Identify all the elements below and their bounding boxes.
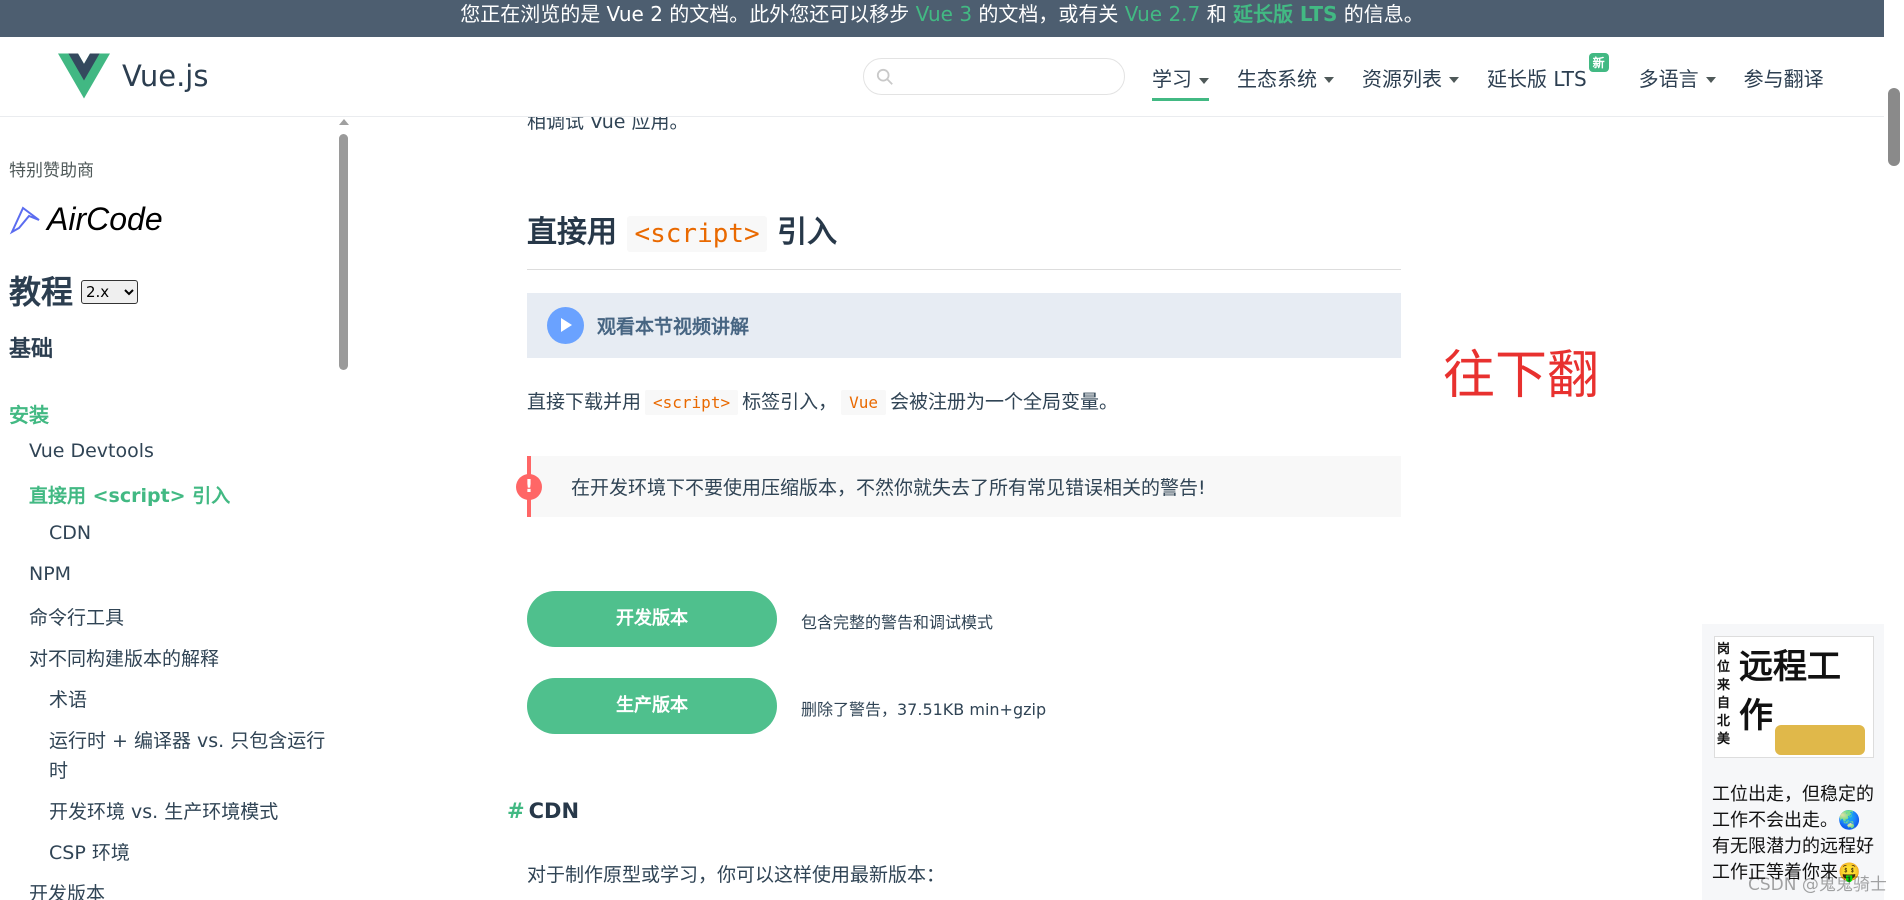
site-title[interactable]: Vue.js — [122, 59, 208, 93]
nav-languages[interactable]: 多语言 — [1639, 53, 1716, 102]
sponsor-aircode[interactable]: AirCode — [9, 199, 163, 239]
cdn-description: 对于制作原型或学习，你可以这样使用最新版本： — [527, 864, 946, 886]
sidebar-item-install[interactable]: 安装 — [9, 399, 49, 428]
heading-code: <script> — [627, 216, 767, 252]
sidebar-item-cdn[interactable]: CDN — [49, 522, 91, 544]
inline-code-script: <script> — [645, 390, 739, 415]
tutorial-title: 教程 — [9, 273, 74, 311]
caret-down-icon — [1324, 77, 1334, 83]
sidebar-ad[interactable]: 岗位来自北美 远程工作 工位出走，但稳定的工作不会出走。🌏有无限潜力的远程好工作… — [1702, 624, 1884, 900]
nav-lts[interactable]: 延长版 LTS 新 — [1487, 52, 1609, 102]
sponsor-label: 特别赞助商 — [9, 161, 94, 181]
sidebar-item-csp[interactable]: CSP 环境 — [49, 838, 130, 865]
vue27-link[interactable]: Vue 2.7 — [1125, 2, 1200, 26]
nav-learn[interactable]: 学习 — [1152, 53, 1209, 101]
banner-text-4: 的信息。 — [1337, 2, 1424, 26]
scroll-down-annotation: 往下翻 — [1443, 346, 1600, 406]
sidebar-item-runtime-compiler-cont[interactable]: 时 — [49, 756, 68, 783]
vue-logo-icon[interactable] — [58, 53, 110, 99]
caret-down-icon — [1449, 77, 1459, 83]
play-icon — [547, 307, 584, 344]
coins-icon — [1775, 725, 1865, 755]
sidebar-item-devtools[interactable]: Vue Devtools — [29, 440, 154, 462]
inline-code-vue: Vue — [841, 390, 886, 415]
nav-ecosystem[interactable]: 生态系统 — [1237, 53, 1334, 102]
sidebar-item-builds[interactable]: 对不同构建版本的解释 — [29, 644, 219, 671]
version-notice-banner: 您正在浏览的是 Vue 2 的文档。此外您还可以移步 Vue 3 的文档，或有关… — [0, 0, 1884, 37]
csdn-watermark: CSDN @鬼鬼骑士 — [1748, 875, 1887, 895]
version-select[interactable]: 2.x — [81, 280, 138, 304]
banner-text-3: 和 — [1200, 2, 1233, 26]
anchor-hash-link[interactable]: # — [507, 799, 525, 823]
sidebar-item-dev-vs-prod[interactable]: 开发环境 vs. 生产环境模式 — [49, 797, 278, 824]
sidebar-item-script[interactable]: 直接用 <script> 引入 — [29, 481, 230, 508]
dev-version-button[interactable]: 开发版本 — [527, 591, 777, 647]
sponsor-name: AirCode — [47, 200, 163, 237]
sidebar-item-dev-build[interactable]: 开发版本 — [29, 879, 105, 900]
sidebar-item-npm[interactable]: NPM — [29, 563, 71, 585]
section-basics: 基础 — [9, 337, 54, 362]
search-box[interactable] — [863, 58, 1125, 95]
script-description: 直接下载并用 <script> 标签引入， Vue 会被注册为一个全局变量。 — [527, 390, 1119, 415]
caret-down-icon — [1199, 77, 1209, 84]
sidebar: 特别赞助商 AirCode 教程 2.x 基础 安装 Vue Devtools … — [0, 117, 346, 900]
sidebar-item-runtime-compiler[interactable]: 运行时 + 编译器 vs. 只包含运行 — [49, 726, 325, 753]
warning-tip: ! 在开发环境下不要使用压缩版本，不然你就失去了所有常见错误相关的警告! — [516, 456, 1401, 517]
search-icon — [876, 68, 893, 85]
caret-down-icon — [1705, 77, 1716, 83]
warning-text: 在开发环境下不要使用压缩版本，不然你就失去了所有常见错误相关的警告! — [571, 477, 1206, 499]
ad-image-side-text: 岗位来自北美 — [1717, 642, 1731, 747]
dev-version-desc: 包含完整的警告和调试模式 — [801, 613, 994, 632]
video-label: 观看本节视频讲解 — [597, 316, 750, 338]
video-lesson-link[interactable]: 观看本节视频讲解 — [527, 293, 1401, 358]
prod-version-button[interactable]: 生产版本 — [527, 678, 777, 734]
sidebar-item-cli[interactable]: 命令行工具 — [29, 603, 124, 630]
main-content: 相调试 Vue 应用。 直接用 <script> 引入 观看本节视频讲解 直接下… — [346, 117, 1884, 900]
lts-link[interactable]: 延长版 LTS — [1233, 2, 1337, 26]
banner-text-1: 您正在浏览的是 Vue 2 的文档。此外您还可以移步 — [460, 2, 916, 26]
nav-translate[interactable]: 参与翻译 — [1744, 53, 1824, 102]
ad-image[interactable]: 岗位来自北美 远程工作 — [1714, 636, 1874, 758]
new-badge: 新 — [1588, 52, 1609, 72]
warning-icon: ! — [516, 474, 542, 500]
page-scrollbar-thumb[interactable] — [1888, 88, 1900, 166]
section-heading-script: 直接用 <script> 引入 — [527, 207, 1401, 270]
vue3-link[interactable]: Vue 3 — [916, 2, 972, 26]
aircode-logo-icon — [9, 206, 40, 235]
nav-resources[interactable]: 资源列表 — [1362, 53, 1459, 102]
banner-text-2: 的文档，或有关 — [972, 2, 1125, 26]
site-header: Vue.js 学习 生态系统 资源列表 延长版 LTS 新 多语言 参与翻译 — [0, 37, 1884, 117]
main-nav: 学习 生态系统 资源列表 延长版 LTS 新 多语言 参与翻译 — [1152, 37, 1852, 117]
sidebar-item-terms[interactable]: 术语 — [49, 685, 87, 712]
prod-version-desc: 删除了警告，37.51KB min+gzip — [801, 700, 1047, 719]
cut-off-paragraph: 相调试 Vue 应用。 — [527, 117, 689, 133]
ad-image-title: 远程工作 — [1739, 647, 1841, 736]
cdn-heading: # CDN — [507, 799, 580, 823]
search-input[interactable] — [904, 65, 1114, 89]
